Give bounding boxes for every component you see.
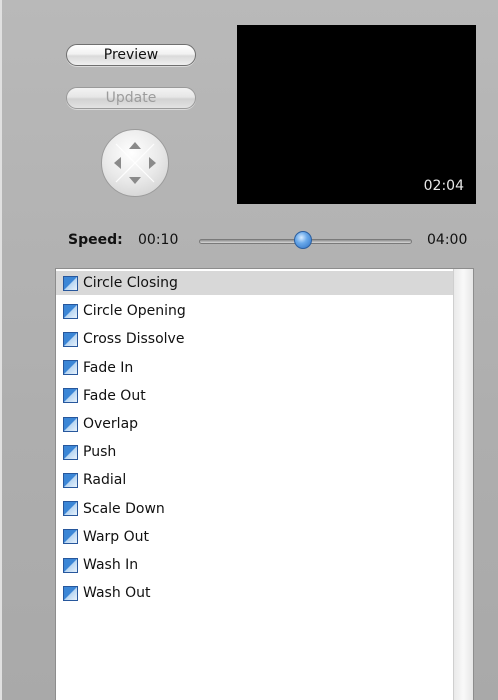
list-item-label: Warp Out [83,528,150,545]
list-item[interactable]: Fade In [56,356,453,380]
list-item-label: Push [83,444,117,461]
speed-slider-thumb[interactable] [294,231,313,249]
list-item-label: Circle Opening [83,303,186,320]
transition-icon [63,331,78,347]
list-item[interactable]: Fade Out [56,384,453,408]
panel-edge [0,0,2,700]
list-item-label: Overlap [83,416,139,432]
transition-icon [63,585,78,601]
preview-screen: 02:04 [237,25,476,204]
transition-icon [63,275,78,291]
list-item-label: Cross Dissolve [83,331,185,348]
arrow-right-icon[interactable] [149,157,156,169]
list-item[interactable]: Cross Dissolve [56,327,453,351]
transition-icon [63,472,78,488]
direction-pad[interactable] [101,129,169,197]
timecode: 02:04 [423,178,464,194]
transition-icon [63,303,78,319]
list-item[interactable]: Wash In [56,553,453,577]
list-scrollbar[interactable] [453,269,473,700]
update-button[interactable]: Update [66,87,196,109]
list-item-label: Wash In [83,557,139,573]
list-item[interactable]: Radial [56,468,453,492]
preview-button[interactable]: Preview [66,44,196,66]
arrow-up-icon[interactable] [129,142,141,149]
transition-icon [63,388,78,404]
direction-pad-dividers [115,143,155,183]
list-item-label: Wash Out [83,585,151,602]
list-item-label: Scale Down [83,500,165,517]
transition-list[interactable]: Circle Closing Circle Opening Cross Dissol… [55,268,474,700]
arrow-down-icon[interactable] [129,177,141,184]
transition-icon [63,557,78,573]
transition-icon [63,360,78,376]
list-item[interactable]: Circle Opening [56,299,453,323]
transition-icon [63,501,78,517]
transition-icon [63,529,78,545]
transition-icon [63,416,78,432]
list-item-label: Fade Out [83,387,146,404]
list-item[interactable]: Circle Closing [56,271,453,295]
speed-max-value: 04:00 [427,232,468,248]
transition-icon [63,444,78,460]
list-item[interactable]: Overlap [56,412,453,436]
list-item[interactable]: Warp Out [56,525,453,549]
list-item-label: Fade In [83,359,134,376]
list-item[interactable]: Scale Down [56,497,453,521]
list-item-label: Radial [83,472,127,489]
arrow-left-icon[interactable] [114,157,121,169]
list-item[interactable]: Wash Out [56,581,453,605]
speed-min-value: 00:10 [138,232,179,248]
speed-label: Speed: [68,232,123,248]
list-item-label: Circle Closing [83,275,178,291]
list-item[interactable]: Push [56,440,453,464]
